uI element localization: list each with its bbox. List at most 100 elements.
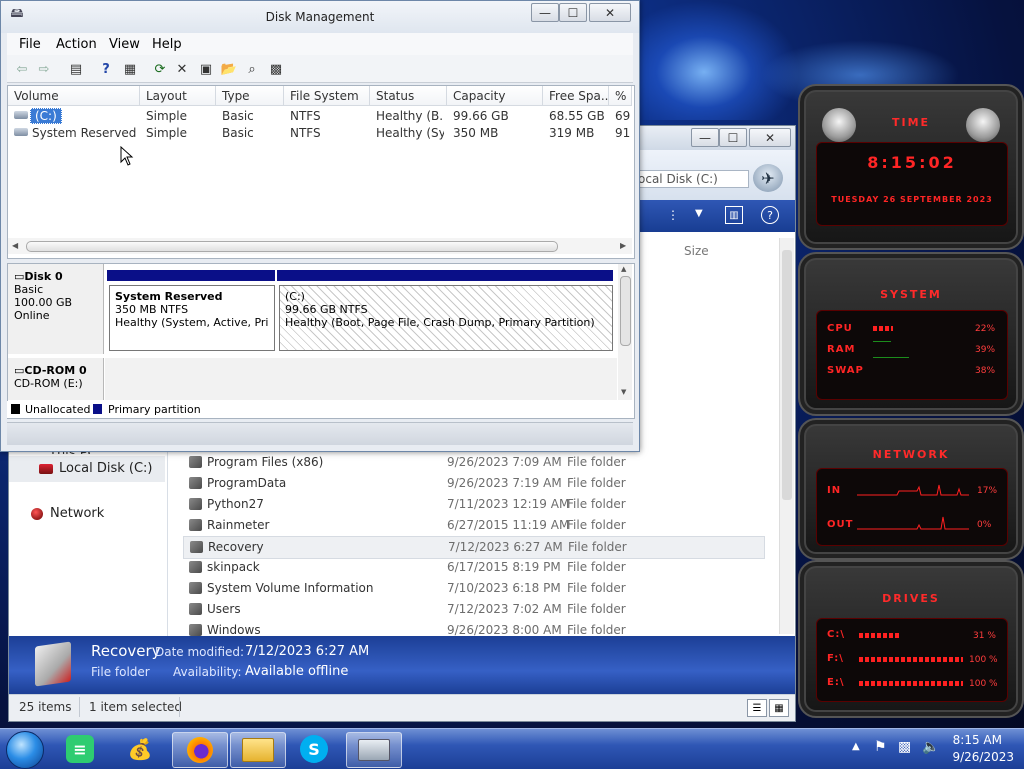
column-volume[interactable]: Volume bbox=[8, 86, 140, 106]
scroll-right-icon[interactable]: ▶ bbox=[620, 241, 626, 250]
scroll-thumb[interactable] bbox=[782, 250, 792, 500]
disk-0-label[interactable]: ▭Disk 0 Basic 100.00 GB Online bbox=[8, 264, 104, 354]
taskbar-date[interactable]: 9/26/2023 bbox=[940, 750, 1014, 764]
help-icon[interactable]: ? bbox=[97, 60, 115, 78]
taskbar-file-explorer[interactable] bbox=[230, 732, 286, 768]
list-item[interactable]: Program Files (x86) 9/26/2023 7:09 AM File… bbox=[183, 452, 763, 473]
money-bag-icon[interactable]: 💰 bbox=[126, 735, 154, 763]
system-gadget[interactable]: SYSTEM CPU 22% RAM 39% SWAP 38% bbox=[798, 252, 1024, 416]
check-icon[interactable]: ▣ bbox=[197, 60, 215, 78]
legend-swatch-primary bbox=[93, 404, 102, 414]
column-free-space[interactable]: Free Spa... bbox=[543, 86, 609, 106]
column-percent-free[interactable]: % F bbox=[609, 86, 632, 106]
mouse-cursor-icon bbox=[120, 146, 134, 166]
list-item[interactable]: ProgramData 9/26/2023 7:19 AM File folder bbox=[183, 473, 763, 494]
column-status[interactable]: Status bbox=[370, 86, 447, 106]
list-item[interactable]: skinpack 6/17/2015 8:19 PM File folder bbox=[183, 557, 763, 578]
action-center-flag-icon[interactable]: ⚑ bbox=[874, 739, 887, 755]
taskbar-firefox[interactable] bbox=[172, 732, 228, 768]
minimize-button[interactable]: — bbox=[691, 128, 719, 147]
list-item[interactable]: Users 7/12/2023 7:02 AM File folder bbox=[183, 599, 763, 620]
disk-management-titlebar[interactable]: 🖴 Disk Management — ☐ ✕ bbox=[1, 1, 639, 33]
details-availability: Available offline bbox=[245, 664, 349, 679]
close-button[interactable]: ✕ bbox=[589, 3, 631, 22]
taskbar: ≡ 💰 S ▲ ⚑ ▩ 🔈 8:15 AM 9/26/2023 bbox=[0, 728, 1024, 769]
volume-icon[interactable]: 🔈 bbox=[922, 739, 939, 755]
item-count: 25 items bbox=[19, 700, 72, 714]
back-arrow-icon[interactable]: ⇦ bbox=[13, 60, 31, 78]
properties-icon[interactable]: ▦ bbox=[121, 60, 139, 78]
maximize-button[interactable]: ☐ bbox=[719, 128, 747, 147]
scroll-thumb[interactable] bbox=[26, 241, 558, 252]
menu-file[interactable]: File bbox=[19, 37, 41, 52]
column-file-system[interactable]: File System bbox=[284, 86, 370, 106]
navigation-pane: This PC Local Disk (C:) Network bbox=[9, 446, 168, 636]
menu-help[interactable]: Help bbox=[152, 37, 182, 52]
list-item[interactable]: Rainmeter 6/27/2015 11:19 AM File folder bbox=[183, 515, 763, 536]
nav-network[interactable]: Network bbox=[9, 502, 165, 526]
column-type[interactable]: Type bbox=[216, 86, 284, 106]
column-layout[interactable]: Layout bbox=[140, 86, 216, 106]
taskbar-time[interactable]: 8:15 AM bbox=[940, 733, 1002, 747]
large-icons-view-icon[interactable]: ▦ bbox=[769, 699, 789, 717]
taskbar-disk-management[interactable] bbox=[346, 732, 402, 768]
list-item-selected[interactable]: Recovery 7/12/2023 6:27 AM File folder bbox=[183, 536, 765, 559]
network-tray-icon[interactable]: ▩ bbox=[898, 739, 911, 755]
search-icon[interactable]: ⌕ bbox=[243, 60, 261, 78]
network-icon bbox=[31, 508, 43, 520]
cpu-label: CPU bbox=[827, 323, 853, 334]
menu-action[interactable]: Action bbox=[56, 37, 97, 52]
column-capacity[interactable]: Capacity bbox=[447, 86, 543, 106]
start-button[interactable] bbox=[6, 731, 44, 769]
disk-graphical-view[interactable]: ▭Disk 0 Basic 100.00 GB Online System Re… bbox=[7, 263, 635, 419]
divider bbox=[179, 697, 180, 717]
details-view-icon[interactable]: ☰ bbox=[747, 699, 767, 717]
scroll-thumb[interactable] bbox=[620, 276, 631, 346]
vertical-scrollbar[interactable]: ▲ ▼ bbox=[618, 264, 632, 400]
gadget-title: SYSTEM bbox=[880, 288, 942, 301]
skype-icon[interactable]: S bbox=[300, 735, 328, 763]
notes-app-icon[interactable]: ≡ bbox=[66, 735, 94, 763]
drives-gadget[interactable]: DRIVES C:\ 31 % F:\ 100 % E:\ 100 % bbox=[798, 560, 1024, 718]
scroll-left-icon[interactable]: ◀ bbox=[12, 241, 18, 250]
menu-view[interactable]: View bbox=[109, 37, 140, 52]
help-icon[interactable]: ? bbox=[761, 206, 779, 224]
list-item[interactable]: Python27 7/11/2023 12:19 AM File folder bbox=[183, 494, 763, 515]
table-row[interactable]: (C:) Simple Basic NTFS Healthy (B... 99.… bbox=[8, 107, 632, 124]
horizontal-scrollbar[interactable]: ◀ ▶ bbox=[8, 238, 632, 254]
show-hidden-icons-icon[interactable]: ▲ bbox=[852, 741, 860, 752]
cdrom-0-label[interactable]: ▭CD-ROM 0 CD-ROM (E:) bbox=[8, 358, 104, 400]
chevron-down-icon[interactable]: ▼ bbox=[695, 208, 703, 219]
settings-icon[interactable]: ▩ bbox=[267, 60, 285, 78]
cpu-bar bbox=[873, 326, 893, 331]
open-folder-icon[interactable]: 📂 bbox=[220, 60, 238, 78]
address-input[interactable]: ocal Disk (C:) bbox=[635, 170, 749, 188]
gadget-title: DRIVES bbox=[882, 592, 940, 605]
table-row[interactable]: System Reserved Simple Basic NTFS Health… bbox=[8, 124, 632, 141]
scroll-down-icon[interactable]: ▼ bbox=[621, 388, 626, 396]
more-options-icon[interactable]: ⋮ bbox=[667, 208, 679, 222]
cdrom-area[interactable] bbox=[105, 358, 617, 400]
vertical-scrollbar[interactable] bbox=[779, 238, 794, 634]
column-size[interactable]: Size bbox=[684, 244, 709, 258]
close-button[interactable]: ✕ bbox=[749, 128, 791, 147]
show-hide-console-icon[interactable]: ▤ bbox=[67, 60, 85, 78]
time-gadget[interactable]: TIME 8:15:02 TUESDAY 26 SEPTEMBER 2023 bbox=[798, 84, 1024, 250]
list-item[interactable]: Windows 9/26/2023 8:00 AM File folder bbox=[183, 620, 763, 636]
preview-pane-icon[interactable]: ▥ bbox=[725, 206, 743, 224]
partition-c[interactable]: (C:) 99.66 GB NTFS Healthy (Boot, Page F… bbox=[279, 285, 613, 351]
maximize-button[interactable]: ☐ bbox=[559, 3, 587, 22]
delete-icon[interactable]: ✕ bbox=[173, 60, 191, 78]
network-gadget[interactable]: NETWORK IN 17% OUT 0% bbox=[798, 418, 1024, 560]
minimize-button[interactable]: — bbox=[531, 3, 559, 22]
scroll-up-icon[interactable]: ▲ bbox=[621, 265, 626, 273]
nav-local-disk[interactable]: Local Disk (C:) bbox=[9, 456, 165, 482]
disk-management-window[interactable]: 🖴 Disk Management — ☐ ✕ File Action View… bbox=[0, 0, 640, 452]
volume-list[interactable]: Volume Layout Type File System Status Ca… bbox=[7, 85, 635, 259]
list-item[interactable]: System Volume Information 7/10/2023 6:18 … bbox=[183, 578, 763, 599]
disk-0-name: Disk 0 bbox=[24, 270, 63, 283]
go-icon[interactable]: ✈ bbox=[753, 164, 783, 192]
forward-arrow-icon[interactable]: ⇨ bbox=[35, 60, 53, 78]
refresh-icon[interactable]: ⟳ bbox=[151, 60, 169, 78]
partition-system-reserved[interactable]: System Reserved 350 MB NTFS Healthy (Sys… bbox=[109, 285, 275, 351]
